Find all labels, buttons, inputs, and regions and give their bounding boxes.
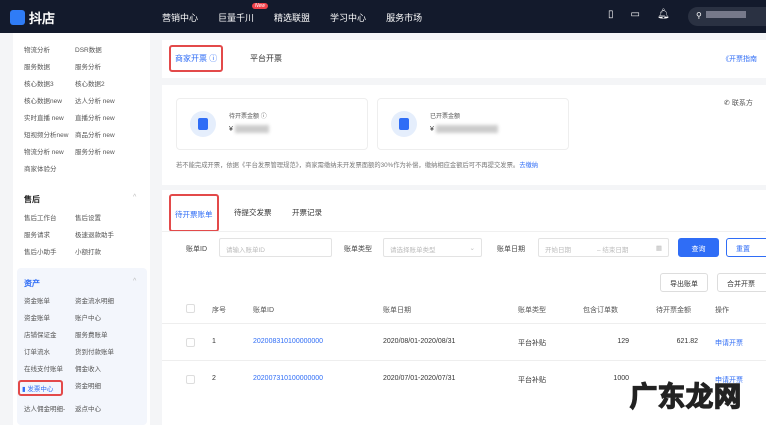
sidebar-item[interactable]: 服务请求 xyxy=(24,229,75,239)
blurred-account xyxy=(705,11,746,18)
pending-amount-card: 待开票金额 ⓘ ¥ xyxy=(176,98,368,150)
message-icon[interactable]: ▭ xyxy=(631,9,640,20)
bill-id-link[interactable]: 202007310100000000 xyxy=(253,375,323,382)
bill-type-label: 账单类型 xyxy=(344,246,372,253)
export-bills-button[interactable]: 导出账单 xyxy=(660,273,708,292)
sidebar-item[interactable]: 服务数据 xyxy=(24,61,75,71)
bill-id-link[interactable]: 202008310100000000 xyxy=(253,338,323,345)
bill-id-input[interactable]: 请输入账单ID xyxy=(219,238,332,257)
bill-type-select[interactable]: 请选择账单类型 ⌄ xyxy=(383,238,482,257)
tab-merchant-invoice[interactable]: 商家开票 ⓘ xyxy=(169,45,224,72)
sidebar-item[interactable]: 直播分析 new xyxy=(75,112,135,122)
sidebar-item[interactable]: 物流分析 xyxy=(24,44,75,54)
tab-pending-submit[interactable]: 待提交发票 xyxy=(234,207,272,218)
logo-icon xyxy=(10,10,25,25)
assets-title[interactable]: 资产 xyxy=(24,278,40,289)
sidebar-item[interactable]: 货到付款账单 xyxy=(75,346,135,356)
row-checkbox[interactable] xyxy=(186,375,195,384)
sidebar-item[interactable]: 资金账单 xyxy=(24,295,75,305)
blurred-amount xyxy=(234,125,269,133)
watermark: 广东龙网 xyxy=(629,381,742,413)
logo[interactable]: 抖店 xyxy=(10,8,55,27)
sidebar-item[interactable]: 资金账单 xyxy=(24,312,75,322)
contact-link[interactable]: ✆ 联系方 xyxy=(724,98,753,108)
search-icon: ⚲ xyxy=(696,11,702,20)
sidebar-item[interactable]: 服务费账单 xyxy=(75,329,135,339)
sidebar-item[interactable]: 售后设置 xyxy=(75,212,135,222)
sidebar-item[interactable]: 商家体验分 xyxy=(24,163,75,173)
sidebar-item[interactable]: 达人分析 new xyxy=(75,95,135,105)
sidebar-item[interactable]: 售后小助手 xyxy=(24,246,75,256)
new-badge: New xyxy=(252,3,269,9)
nav-market[interactable]: 服务市场 xyxy=(386,11,422,24)
reset-button[interactable]: 重置 xyxy=(726,238,766,257)
sidebar-item[interactable]: 资金明细 xyxy=(75,380,135,396)
top-nav-bar: 抖店 营销中心 巨量千川 New 精选联盟 学习中心 服务市场 ▯ ▭ 🔔︎ ⚲ xyxy=(0,0,766,33)
notice-text: 若不能完成开票，依据《平台发票管理规范》，商家需缴纳未开发票面额的30%作为补偿… xyxy=(176,162,539,169)
sidebar-item[interactable]: 订单流水 xyxy=(24,346,75,356)
apply-invoice-link[interactable]: 申请开票 xyxy=(715,338,743,348)
invoice-guide-link[interactable]: 《开票指南 xyxy=(722,54,757,64)
nav-qianchuan[interactable]: 巨量千川 New xyxy=(218,3,269,24)
nav-learning[interactable]: 学习中心 xyxy=(330,11,366,24)
phone-icon[interactable]: ▯ xyxy=(608,9,614,20)
sidebar-item[interactable]: 实时直播 new xyxy=(24,112,75,122)
sidebar-item[interactable]: 核心数据2 xyxy=(75,78,135,88)
invoice-icon xyxy=(391,111,417,137)
row-checkbox[interactable] xyxy=(186,338,195,347)
account-search[interactable]: ⚲ xyxy=(688,7,766,26)
after-sale-menu: 售后工作台 售后设置 服务请求 极速退款助手 售后小助手 小额打款 xyxy=(24,212,135,256)
sidebar-item[interactable]: 小额打款 xyxy=(75,246,135,256)
sidebar-item[interactable]: 极速退款助手 xyxy=(75,229,135,239)
sidebar-item[interactable]: 账户中心 xyxy=(75,312,135,322)
sidebar-item[interactable]: 佣金收入 xyxy=(75,363,135,373)
invoice-type-tabs: 商家开票 ⓘ 平台开票 《开票指南 xyxy=(162,40,766,78)
sidebar-item[interactable]: 售后工作台 xyxy=(24,212,75,222)
chevron-up-icon[interactable]: ^ xyxy=(133,194,136,201)
table-row: 1 202008310100000000 2020/08/01-2020/08/… xyxy=(162,323,766,360)
data-menu: 物流分析 DSR数据 服务数据 服务分析 核心数据3 核心数据2 核心数据new 达人分析 n… xyxy=(24,44,135,173)
pay-link[interactable]: 去缴纳 xyxy=(519,162,538,169)
bill-date-label: 账单日期 xyxy=(497,246,525,253)
phone-icon: ✆ xyxy=(724,100,730,107)
sidebar-item[interactable]: 在线支付账单 xyxy=(24,363,75,373)
blurred-amount xyxy=(435,125,498,133)
sidebar-item[interactable]: 核心数据new xyxy=(24,95,75,105)
help-icon: ⓘ xyxy=(260,114,267,120)
date-range-picker[interactable]: 开始日期 – 结束日期 ▦ xyxy=(538,238,669,257)
select-all-checkbox[interactable] xyxy=(186,304,195,313)
chevron-up-icon[interactable]: ^ xyxy=(133,278,136,285)
sidebar-item[interactable]: 核心数据3 xyxy=(24,78,75,88)
calendar-icon: ▦ xyxy=(655,245,662,252)
sidebar-item[interactable]: 服务分析 new xyxy=(75,146,135,156)
sidebar-item[interactable]: 资金流水明细 xyxy=(75,295,135,305)
sidebar-item[interactable]: 店铺保证金 xyxy=(24,329,75,339)
sidebar-item[interactable]: DSR数据 xyxy=(75,44,135,54)
nav-alliance[interactable]: 精选联盟 xyxy=(274,11,310,24)
after-sale-title[interactable]: 售后 xyxy=(24,194,40,205)
tab-platform-invoice[interactable]: 平台开票 xyxy=(250,53,282,64)
bell-icon[interactable]: 🔔︎ xyxy=(657,9,670,20)
sidebar-item[interactable]: 物流分析 new xyxy=(24,146,75,156)
summary-card: 待开票金额 ⓘ ¥ 已开票金额 ¥ ✆ 联系方 若不能完成开票，依据《平台发票管… xyxy=(162,85,766,185)
sidebar-item[interactable]: 商品分析 new xyxy=(75,129,135,139)
invoice-icon xyxy=(190,111,216,137)
sidebar-item[interactable]: ▮ 发票中心 xyxy=(18,380,63,396)
sidebar-item[interactable]: 返点中心 xyxy=(75,403,135,413)
merge-invoice-button[interactable]: 合并开票 xyxy=(717,273,766,292)
bill-id-label: 账单ID xyxy=(186,246,207,253)
help-icon: ⓘ xyxy=(209,54,218,63)
sidebar-item[interactable]: 达人佣金明细- xyxy=(24,403,75,413)
sidebar-item[interactable]: 短视频分析new xyxy=(24,129,75,139)
sidebar-item[interactable]: 服务分析 xyxy=(75,61,135,71)
query-button[interactable]: 查询 xyxy=(678,238,719,257)
tab-invoice-records[interactable]: 开票记录 xyxy=(292,207,322,218)
chevron-down-icon: ⌄ xyxy=(469,245,475,252)
nav-marketing[interactable]: 营销中心 xyxy=(162,11,198,24)
tab-pending-bills[interactable]: 待开票账单 xyxy=(169,194,219,232)
issued-amount-card: 已开票金额 ¥ xyxy=(377,98,569,150)
assets-menu: 资金账单 资金流水明细 资金账单 账户中心 店铺保证金 服务费账单 订单流水 货到付款账单 在线… xyxy=(18,295,135,413)
